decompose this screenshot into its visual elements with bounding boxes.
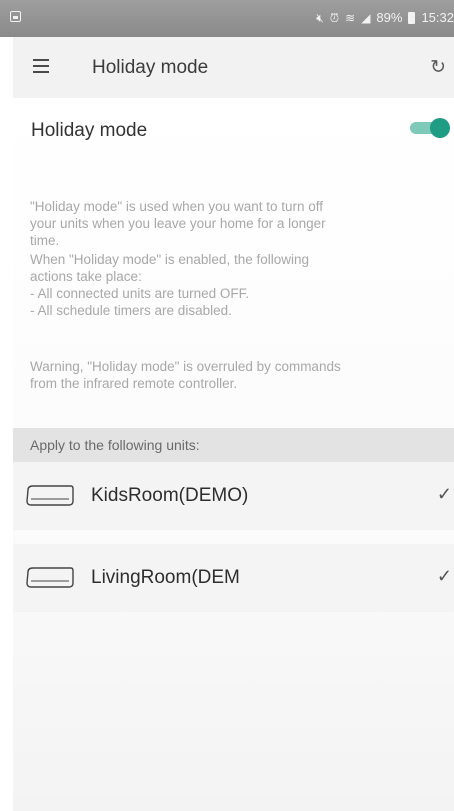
alarm-icon: ⏰︎ (329, 10, 340, 25)
description-intro: "Holiday mode" is used when you want to … (30, 199, 326, 248)
holiday-mode-label: Holiday mode (31, 120, 148, 141)
signal-icon: ◢ (361, 10, 371, 25)
main-content: Holiday mode "Holiday mode" is used when… (13, 98, 454, 811)
wifi-icon: ≋ (345, 10, 356, 25)
refresh-icon[interactable]: ↻ (430, 56, 446, 79)
clock: 15:32 (421, 10, 454, 25)
toggle-knob (430, 118, 450, 138)
hamburger-menu-icon[interactable] (33, 59, 49, 73)
check-icon[interactable]: ✓ (437, 566, 452, 587)
apply-units-header-label: Apply to the following units: (30, 437, 200, 453)
unit-row-livingroom[interactable]: LivingRoom(DEM ✓ (13, 544, 454, 612)
description-actions: When "Holiday mode" is enabled, the foll… (30, 252, 309, 318)
status-bar: 🔇︎ ⏰︎ ≋ ◢ 89% 15:32 (0, 0, 454, 37)
status-icons: 🔇︎ ⏰︎ ≋ ◢ 89% 15:32 (316, 10, 454, 25)
mute-icon: 🔇︎ (316, 10, 324, 25)
app-bar: Holiday mode ↻ (13, 37, 454, 98)
battery-percent: 89% (376, 10, 403, 25)
unit-row-kidsroom[interactable]: KidsRoom(DEMO) ✓ (13, 462, 454, 530)
unit-name: LivingRoom(DEM (91, 567, 240, 588)
air-conditioner-icon (26, 567, 74, 588)
apply-units-header: Apply to the following units: (13, 428, 454, 462)
page-title: Holiday mode (92, 57, 209, 78)
air-conditioner-icon (26, 485, 74, 506)
holiday-mode-toggle[interactable] (410, 116, 450, 140)
unit-name: KidsRoom(DEMO) (91, 485, 249, 506)
battery-icon (408, 11, 416, 24)
check-icon[interactable]: ✓ (437, 484, 452, 505)
image-icon (10, 11, 21, 22)
description-warning: Warning, "Holiday mode" is overruled by … (30, 359, 341, 391)
